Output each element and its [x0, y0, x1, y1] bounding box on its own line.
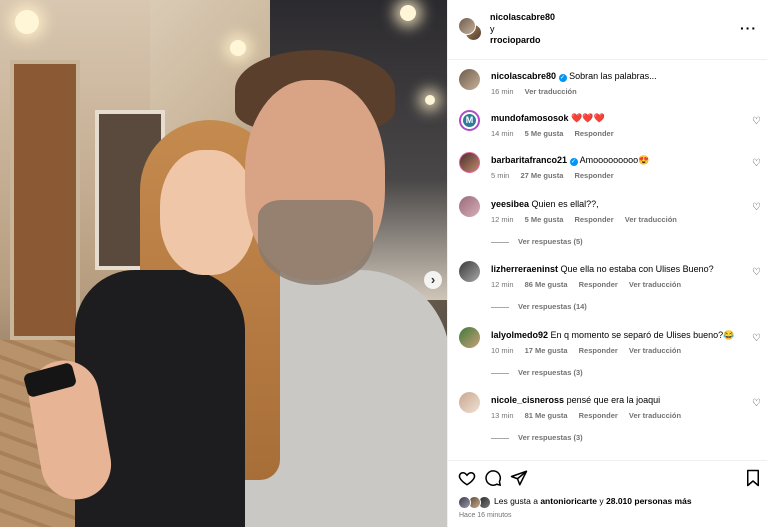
post-photo[interactable]: ›	[0, 0, 447, 527]
comment-username[interactable]: lalyolmedo92	[491, 330, 548, 340]
translate-link[interactable]: Ver traducción	[629, 411, 681, 420]
comment-time: 14 min	[491, 129, 514, 138]
avatar[interactable]: M	[459, 110, 480, 131]
avatar[interactable]	[459, 392, 480, 413]
likes-summary[interactable]: Les gusta a antonioricarte y 28.010 pers…	[494, 496, 692, 506]
comment-text: pensé que era la joaqui	[566, 395, 661, 405]
reply-link[interactable]: Responder	[579, 346, 618, 355]
comment-time: 10 min	[491, 346, 514, 355]
translate-link[interactable]: Ver traducción	[525, 87, 577, 96]
verified-badge-icon: ✓	[569, 158, 578, 166]
comment-username[interactable]: lizherreraeninst	[491, 264, 558, 274]
avatar[interactable]	[459, 261, 480, 282]
photo-lamp	[230, 40, 246, 56]
view-replies-button[interactable]: Ver respuestas (14)	[491, 302, 587, 311]
comments-list[interactable]: nicolascabre80 ✓ Sobran las palabras... …	[448, 60, 767, 460]
view-replies-button[interactable]: Ver respuestas (5)	[491, 237, 583, 246]
view-replies-button[interactable]: Ver respuestas (3)	[491, 433, 583, 442]
bookmark-icon[interactable]	[744, 469, 762, 487]
reply-link[interactable]: Responder	[579, 411, 618, 420]
translate-link[interactable]: Ver traducción	[625, 215, 677, 224]
reply-link[interactable]: Responder	[574, 129, 613, 138]
avatar	[458, 496, 471, 509]
comment-username[interactable]: yeesibea	[491, 199, 529, 209]
post-actions-bar: Les gusta a antonioricarte y 28.010 pers…	[448, 460, 767, 527]
comment-username[interactable]: nicole_cisneross	[491, 395, 564, 405]
next-photo-button[interactable]: ›	[424, 271, 442, 289]
comment-heart-icon[interactable]: ♡	[752, 116, 761, 127]
author-username[interactable]: nicolascabre80	[490, 12, 555, 22]
verified-badge-icon: ✓	[558, 74, 567, 82]
comment-heart-icon[interactable]: ♡	[752, 202, 761, 213]
comment-time: 12 min	[491, 215, 514, 224]
avatar[interactable]	[459, 69, 480, 90]
translate-link[interactable]: Ver traducción	[629, 280, 681, 289]
comment-time: 13 min	[491, 411, 514, 420]
comment-text: En q momento se separó de Ulises bueno?😂	[550, 330, 735, 340]
caption-time: 16 min	[491, 87, 514, 96]
comment-heart-icon[interactable]: ♡	[752, 158, 761, 169]
photo-lamp	[15, 10, 39, 34]
reply-link[interactable]: Responder	[574, 215, 613, 224]
reply-link[interactable]: Responder	[579, 280, 618, 289]
avatar[interactable]	[459, 196, 480, 217]
post-side-panel: nicolascabre80 y rrociopardo ··· nicolas…	[447, 0, 767, 527]
caption-text: Sobran las palabras...	[569, 71, 657, 81]
comment-likes[interactable]: 27 Me gusta	[520, 171, 563, 180]
comment-text: Que ella no estaba con Ulises Bueno?	[560, 264, 714, 274]
likes-count[interactable]: 28.010 personas más	[606, 496, 692, 506]
comment-username[interactable]: barbaritafranco21	[491, 155, 567, 165]
post-header: nicolascabre80 y rrociopardo ···	[448, 0, 767, 60]
post-timestamp: Hace 16 minutos	[459, 512, 512, 519]
comment-text: Amooooooooo😍	[579, 155, 650, 165]
avatar[interactable]	[459, 327, 480, 348]
comment-likes[interactable]: 5 Me gusta	[525, 129, 564, 138]
photo-woman-face	[160, 150, 255, 275]
photo-door	[10, 60, 80, 340]
translate-link[interactable]: Ver traducción	[629, 346, 681, 355]
photo-lamp	[400, 5, 416, 21]
more-horizontal-icon[interactable]: ···	[740, 20, 757, 36]
comment-likes[interactable]: 17 Me gusta	[525, 346, 568, 355]
heart-icon[interactable]	[458, 469, 476, 487]
comment-time: 12 min	[491, 280, 514, 289]
reply-link[interactable]: Responder	[574, 171, 613, 180]
caption-username[interactable]: nicolascabre80	[491, 71, 556, 81]
comment-likes[interactable]: 5 Me gusta	[525, 215, 564, 224]
comment-text: Quien es ellal??,	[531, 199, 599, 209]
comment-icon[interactable]	[484, 469, 502, 487]
liker-username[interactable]: antonioricarte	[540, 496, 597, 506]
photo-lamp	[425, 95, 435, 105]
comment-heart-icon[interactable]: ♡	[752, 398, 761, 409]
comment-time: 5 min	[491, 171, 510, 180]
share-icon[interactable]	[510, 469, 528, 487]
view-replies-button[interactable]: Ver respuestas (3)	[491, 368, 583, 377]
m-logo-icon: M	[463, 114, 476, 127]
comment-username[interactable]: mundofamososok	[491, 113, 569, 123]
comment-likes[interactable]: 86 Me gusta	[525, 280, 568, 289]
avatar[interactable]	[459, 152, 480, 173]
comment-text: ❤️❤️❤️	[571, 113, 605, 123]
coauthor-username[interactable]: rrociopardo	[490, 35, 541, 45]
comment-heart-icon[interactable]: ♡	[752, 267, 761, 278]
author-conjunction: y	[490, 24, 495, 34]
photo-man-beard	[258, 200, 373, 285]
comment-likes[interactable]: 81 Me gusta	[525, 411, 568, 420]
author-avatar[interactable]	[458, 17, 476, 35]
comment-heart-icon[interactable]: ♡	[752, 333, 761, 344]
